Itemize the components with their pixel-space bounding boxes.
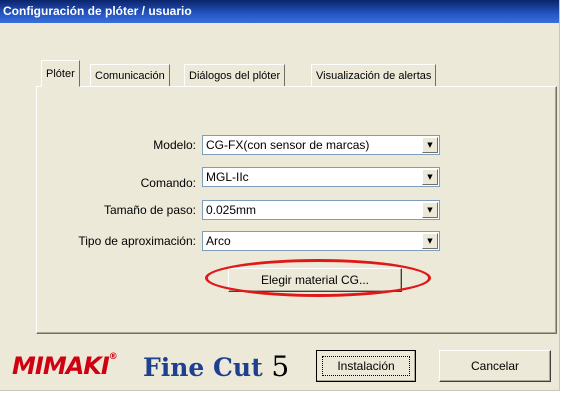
- command-select[interactable]: MGL-IIc ▼: [202, 167, 440, 187]
- model-label: Modelo:: [153, 138, 196, 152]
- chevron-down-icon[interactable]: ▼: [422, 169, 438, 185]
- choose-cg-material-button[interactable]: Elegir material CG...: [228, 268, 402, 292]
- install-button[interactable]: Instalación: [316, 350, 416, 382]
- tab-label: Plóter: [46, 68, 75, 80]
- mimaki-logo: MIMAKI®: [12, 352, 118, 380]
- approximation-type-select[interactable]: Arco ▼: [202, 231, 440, 251]
- focus-rect: [322, 356, 410, 376]
- step-size-value: 0.025mm: [206, 203, 257, 217]
- approximation-type-value: Arco: [206, 234, 231, 248]
- chevron-down-icon[interactable]: ▼: [422, 137, 438, 153]
- tab-alert-display[interactable]: Visualización de alertas: [311, 64, 437, 86]
- tab-label: Visualización de alertas: [316, 70, 432, 82]
- title-bar[interactable]: Configuración de plóter / usuario: [0, 0, 559, 23]
- tab-plotter-dialogs[interactable]: Diálogos del plóter: [184, 64, 286, 86]
- approximation-type-label: Tipo de aproximación:: [78, 234, 196, 248]
- tab-plotter[interactable]: Plóter: [41, 60, 80, 87]
- cancel-button[interactable]: Cancelar: [439, 350, 551, 382]
- step-size-label: Tamaño de paso:: [103, 203, 196, 217]
- chevron-down-icon[interactable]: ▼: [422, 202, 438, 218]
- model-select[interactable]: CG-FX(con sensor de marcas) ▼: [202, 135, 440, 155]
- finecut-logo: Fine Cut 5: [143, 350, 290, 383]
- model-value: CG-FX(con sensor de marcas): [206, 138, 370, 152]
- command-value: MGL-IIc: [206, 170, 249, 184]
- tab-label: Comunicación: [95, 70, 165, 82]
- step-size-select[interactable]: 0.025mm ▼: [202, 200, 440, 220]
- settings-dialog: Configuración de plóter / usuario Plóter…: [0, 0, 560, 391]
- tab-communication[interactable]: Comunicación: [90, 64, 170, 86]
- command-label: Comando:: [140, 176, 196, 190]
- window-title: Configuración de plóter / usuario: [3, 4, 192, 18]
- tab-label: Diálogos del plóter: [189, 70, 281, 82]
- chevron-down-icon[interactable]: ▼: [422, 233, 438, 249]
